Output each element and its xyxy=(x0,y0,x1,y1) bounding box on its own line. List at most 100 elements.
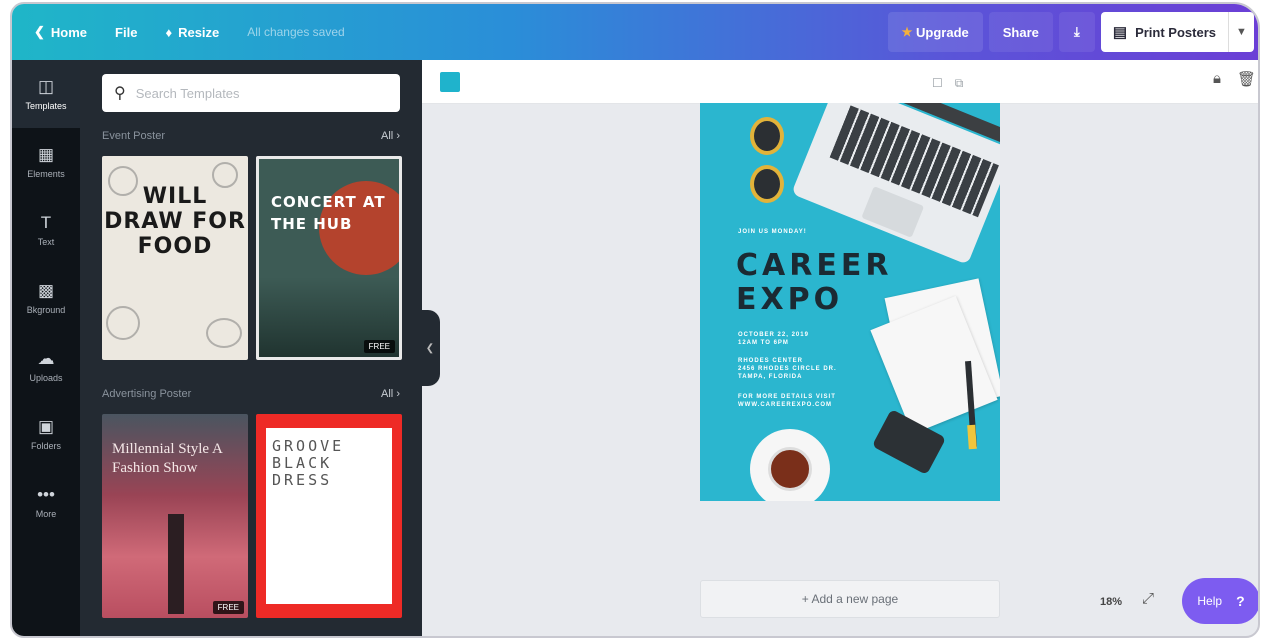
file-label: File xyxy=(115,24,138,40)
poster-more-info: FOR MORE DETAILS VISIT xyxy=(738,394,836,400)
uploads-icon: ☁ xyxy=(37,348,55,368)
template-thumb-will-draw-for-food[interactable]: WILL DRAW FOR FOOD xyxy=(102,156,248,360)
rail-item-more[interactable]: ••• More xyxy=(12,468,80,536)
laptop-trackpad xyxy=(861,186,925,238)
poster-venue-block: RHODES CENTER 2456 RHODES CIRCLE DR. TAM… xyxy=(738,357,837,381)
templates-icon: ◫ xyxy=(37,76,55,96)
side-rail: ◫ Templates ▦ Elements T Text ▩ Bkground… xyxy=(12,60,80,636)
duplicate-page-icon[interactable]: ⧉ xyxy=(955,76,964,91)
rail-item-folders[interactable]: ▣ Folders xyxy=(12,400,80,468)
section-title: Advertising Poster xyxy=(102,388,192,400)
search-icon: ⚲ xyxy=(114,85,126,102)
rail-item-elements[interactable]: ▦ Elements xyxy=(12,128,80,196)
more-icon: ••• xyxy=(37,484,55,504)
expand-icon[interactable]: ⤢ xyxy=(1142,590,1154,607)
section-header-advertising-poster: Advertising Poster All › xyxy=(102,388,400,400)
rail-label: Text xyxy=(37,236,55,247)
section-header-event-poster: Event Poster All › xyxy=(102,130,400,142)
laptop-graphic xyxy=(785,103,1000,265)
upgrade-label: Upgrade xyxy=(916,24,969,40)
tower-shape xyxy=(168,514,184,614)
home-button[interactable]: ❮ Home xyxy=(12,4,101,60)
rail-item-text[interactable]: T Text xyxy=(12,196,80,264)
rail-item-uploads[interactable]: ☁ Uploads xyxy=(12,332,80,400)
print-options-dropdown[interactable]: ▼ xyxy=(1228,12,1254,52)
add-page-button[interactable]: + Add a new page xyxy=(700,580,1000,618)
rail-label: More xyxy=(35,508,57,519)
see-all-link[interactable]: All › xyxy=(381,388,400,400)
lens-shape xyxy=(750,165,784,203)
resize-label: Resize xyxy=(178,24,220,40)
doodle-shape xyxy=(106,306,140,340)
rail-label: Folders xyxy=(30,440,61,451)
sunglasses-graphic xyxy=(750,109,786,209)
section-title: Event Poster xyxy=(102,130,165,142)
poster-website: WWW.CAREEREXPO.COM xyxy=(738,402,832,408)
share-label: Share xyxy=(1002,24,1039,40)
thumb-title: WILL DRAW FOR FOOD xyxy=(104,184,246,259)
free-badge: FREE xyxy=(363,340,395,353)
upgrade-button[interactable]: ★ Upgrade xyxy=(887,12,983,52)
see-all-link[interactable]: All › xyxy=(381,130,400,142)
toolbar-actions: 🔒︎ 🗑︎ xyxy=(1213,70,1256,88)
rail-item-background[interactable]: ▩ Bkground xyxy=(12,264,80,332)
free-badge: FREE xyxy=(212,601,244,614)
resize-button[interactable]: ♦ Resize xyxy=(151,4,233,60)
rail-item-templates[interactable]: ◫ Templates xyxy=(12,60,80,128)
print-icon: ▤ xyxy=(1112,24,1128,41)
zoom-level[interactable]: 18% xyxy=(1100,596,1122,608)
color-swatch[interactable] xyxy=(440,72,460,92)
poster-title-line: EXPO xyxy=(736,282,844,317)
lock-icon[interactable]: 🔒︎ xyxy=(1213,70,1221,88)
poster-pretitle: JOIN US MONDAY! xyxy=(738,229,807,235)
thumb-inner-frame: GROOVE BLACK DRESS xyxy=(266,428,392,604)
print-label: Print Posters xyxy=(1135,24,1216,40)
share-button[interactable]: Share xyxy=(988,12,1053,52)
chevron-down-icon: ▼ xyxy=(1236,26,1247,38)
templates-panel: ⚲ Event Poster All › WILL DRAW FOR FOOD … xyxy=(80,60,422,636)
poster-canvas[interactable]: JOIN US MONDAY! CAREER EXPO OCTOBER 22, … xyxy=(700,103,1000,501)
canvas-toolbar: 🔒︎ 🗑︎ xyxy=(422,60,1258,104)
search-box[interactable]: ⚲ xyxy=(102,74,400,112)
coffee-cup-graphic xyxy=(768,447,812,491)
poster-city: TAMPA, FLORIDA xyxy=(738,374,803,380)
search-input[interactable] xyxy=(135,85,376,101)
help-button[interactable]: Help ? xyxy=(1182,578,1258,624)
download-button[interactable]: ⤓ xyxy=(1058,12,1095,52)
background-icon: ▩ xyxy=(37,280,55,300)
doodle-shape xyxy=(206,318,242,348)
pen-cap-graphic xyxy=(967,424,977,450)
template-thumb-groove-black-dress[interactable]: GROOVE BLACK DRESS xyxy=(256,414,402,618)
help-label: Help xyxy=(1197,594,1223,608)
poster-venue: RHODES CENTER xyxy=(738,358,804,364)
rail-label: Uploads xyxy=(29,372,63,383)
page-actions: ☐ ⧉ xyxy=(932,76,963,91)
thumb-title: GROOVE BLACK DRESS xyxy=(272,437,345,489)
chevron-left-icon: ❮ xyxy=(425,342,435,354)
comment-icon[interactable]: ☐ xyxy=(932,76,943,91)
home-label: Home xyxy=(50,24,88,40)
poster-time: 12AM TO 6PM xyxy=(738,340,789,346)
print-posters-button[interactable]: ▤ Print Posters xyxy=(1100,12,1228,52)
trash-icon[interactable]: 🗑︎ xyxy=(1237,70,1256,88)
star-icon: ★ xyxy=(901,25,913,39)
template-thumb-fashion-show[interactable]: Millennial Style A Fashion Show FREE xyxy=(102,414,248,618)
file-menu[interactable]: File xyxy=(101,4,151,60)
poster-address: 2456 RHODES CIRCLE DR. xyxy=(738,366,837,372)
rail-label: Elements xyxy=(27,168,65,179)
editor-window: ❮ Home File ♦ Resize All changes saved ★… xyxy=(10,2,1260,638)
poster-date-block: OCTOBER 22, 2019 12AM TO 6PM xyxy=(738,331,809,347)
text-icon: T xyxy=(40,212,52,232)
collapse-panel-button[interactable]: ❮ xyxy=(420,310,440,386)
template-thumb-concert-at-the-hub[interactable]: CONCERT AT THE HUB FREE xyxy=(256,156,402,360)
lens-shape xyxy=(750,117,784,155)
poster-title: CAREER EXPO xyxy=(736,249,892,317)
folder-icon: ▣ xyxy=(37,416,55,436)
top-bar: ❮ Home File ♦ Resize All changes saved ★… xyxy=(12,4,1258,60)
rail-label: Templates xyxy=(25,100,67,111)
poster-details-block: FOR MORE DETAILS VISIT WWW.CAREEREXPO.CO… xyxy=(738,393,836,409)
poster-date: OCTOBER 22, 2019 xyxy=(738,332,809,338)
thumb-title: Millennial Style A Fashion Show xyxy=(112,441,223,476)
thumb-title: CONCERT AT THE HUB xyxy=(271,193,386,233)
resize-icon: ♦ xyxy=(165,24,173,40)
